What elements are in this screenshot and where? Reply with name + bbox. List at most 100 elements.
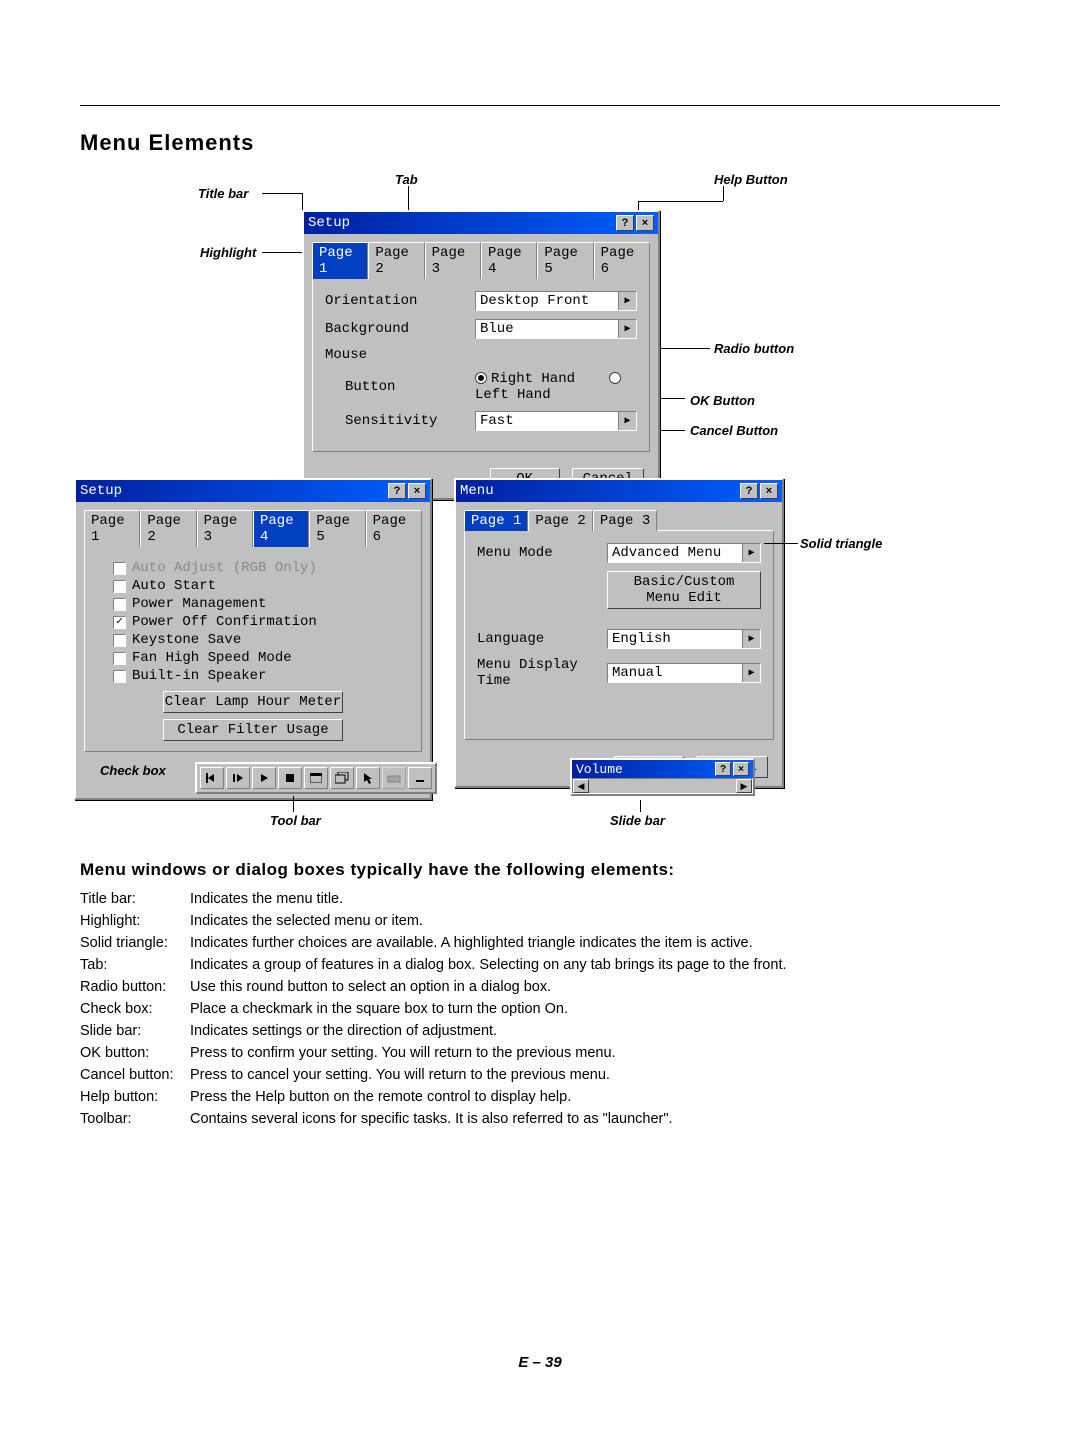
- orientation-label: Orientation: [325, 293, 475, 309]
- tab-page2[interactable]: Page 2: [528, 510, 592, 531]
- close-icon[interactable]: ×: [733, 762, 749, 776]
- slider-track[interactable]: ◀ ▶: [572, 778, 753, 794]
- page-number: E – 39: [0, 1354, 1080, 1371]
- title-bar: Setup ? ×: [76, 480, 430, 502]
- page-heading: Menu Elements: [80, 130, 254, 156]
- pointer-icon[interactable]: [356, 767, 380, 789]
- def-term: Title bar:: [80, 888, 190, 910]
- menu-mode-label: Menu Mode: [477, 545, 607, 561]
- tab-page3[interactable]: Page 3: [425, 242, 481, 279]
- def-term: Solid triangle:: [80, 932, 190, 954]
- close-icon[interactable]: ×: [760, 483, 778, 499]
- tab-page5[interactable]: Page 5: [309, 510, 365, 547]
- tab-page1[interactable]: Page 1: [464, 510, 528, 531]
- tab-page5[interactable]: Page 5: [537, 242, 593, 279]
- annot-tab: Tab: [395, 172, 418, 187]
- setup-dialog-page4: Setup ? × Page 1 Page 2 Page 3 Page 4 Pa…: [74, 478, 432, 800]
- def-desc: Press to cancel your setting. You will r…: [190, 1064, 787, 1086]
- help-icon[interactable]: ?: [388, 483, 406, 499]
- clear-filter-button[interactable]: Clear Filter Usage: [163, 719, 343, 741]
- clear-lamp-button[interactable]: Clear Lamp Hour Meter: [163, 691, 343, 713]
- button-label: Button: [325, 379, 475, 395]
- dialog-title: Setup: [308, 215, 350, 231]
- display-time-combo[interactable]: Manual▶: [607, 663, 761, 683]
- background-label: Background: [325, 321, 475, 337]
- triangle-right-icon[interactable]: ▶: [742, 630, 760, 648]
- triangle-right-icon[interactable]: ▶: [618, 412, 636, 430]
- play-icon[interactable]: [252, 767, 276, 789]
- dialog-title: Setup: [80, 483, 122, 499]
- def-desc: Use this round button to select an optio…: [190, 976, 787, 998]
- close-icon[interactable]: ×: [408, 483, 426, 499]
- annot-title-bar: Title bar: [198, 186, 248, 201]
- minimize-icon[interactable]: [408, 767, 432, 789]
- def-desc: Indicates settings or the direction of a…: [190, 1020, 787, 1042]
- window-icon[interactable]: [304, 767, 328, 789]
- prev-icon[interactable]: [200, 767, 224, 789]
- annot-check-box: Check box: [100, 763, 166, 778]
- menu-mode-combo[interactable]: Advanced Menu▶: [607, 543, 761, 563]
- tab-page6[interactable]: Page 6: [594, 242, 650, 279]
- triangle-right-icon[interactable]: ▶: [618, 320, 636, 338]
- tab-page1[interactable]: Page 1: [84, 510, 140, 547]
- subheading: Menu windows or dialog boxes typically h…: [80, 860, 675, 880]
- tab-page2[interactable]: Page 2: [368, 242, 424, 279]
- def-desc: Press the Help button on the remote cont…: [190, 1086, 787, 1108]
- checkbox[interactable]: [113, 652, 126, 665]
- radio-right-hand[interactable]: [475, 372, 487, 384]
- tab-page6[interactable]: Page 6: [366, 510, 422, 547]
- checkbox[interactable]: [113, 580, 126, 593]
- leader-line: [764, 543, 798, 544]
- checkbox[interactable]: [113, 670, 126, 683]
- volume-slidebar: Volume ? × ◀ ▶: [570, 758, 755, 796]
- leader-line: [293, 796, 294, 812]
- arrow-left-icon[interactable]: ◀: [573, 779, 589, 793]
- triangle-right-icon[interactable]: ▶: [742, 664, 760, 682]
- checkbox[interactable]: [113, 562, 126, 575]
- close-icon[interactable]: ×: [636, 215, 654, 231]
- tab-page1[interactable]: Page 1: [312, 242, 368, 279]
- tab-page3[interactable]: Page 3: [593, 510, 657, 531]
- annot-solid-triangle: Solid triangle: [800, 536, 882, 551]
- help-icon[interactable]: ?: [715, 762, 731, 776]
- tab-page4[interactable]: Page 4: [481, 242, 537, 279]
- arrow-right-icon[interactable]: ▶: [736, 779, 752, 793]
- annot-help-button: Help Button: [714, 172, 788, 187]
- triangle-right-icon[interactable]: ▶: [742, 544, 760, 562]
- leader-line: [262, 193, 302, 194]
- orientation-combo[interactable]: Desktop Front▶: [475, 291, 637, 311]
- display-time-label: Menu Display Time: [477, 657, 607, 689]
- definitions-table: Title bar:Indicates the menu title. High…: [80, 888, 787, 1130]
- background-combo[interactable]: Blue▶: [475, 319, 637, 339]
- windows-icon[interactable]: [330, 767, 354, 789]
- checkbox[interactable]: [113, 616, 126, 629]
- tab-page2[interactable]: Page 2: [140, 510, 196, 547]
- def-desc: Press to confirm your setting. You will …: [190, 1042, 787, 1064]
- def-desc: Contains several icons for specific task…: [190, 1108, 787, 1130]
- def-term: Radio button:: [80, 976, 190, 998]
- sensitivity-combo[interactable]: Fast▶: [475, 411, 637, 431]
- checkbox[interactable]: [113, 634, 126, 647]
- help-icon[interactable]: ?: [616, 215, 634, 231]
- triangle-right-icon[interactable]: ▶: [618, 292, 636, 310]
- language-combo[interactable]: English▶: [607, 629, 761, 649]
- tab-page3[interactable]: Page 3: [197, 510, 253, 547]
- volume-title: Volume: [576, 762, 623, 777]
- eraser-icon[interactable]: [382, 767, 406, 789]
- checkbox-list: Auto Adjust (RGB Only) Auto Start Power …: [113, 559, 393, 685]
- play-pause-icon[interactable]: [226, 767, 250, 789]
- help-icon[interactable]: ?: [740, 483, 758, 499]
- def-term: Tab:: [80, 954, 190, 976]
- annot-radio-button: Radio button: [714, 341, 794, 356]
- tab-page4[interactable]: Page 4: [253, 510, 309, 547]
- stop-icon[interactable]: [278, 767, 302, 789]
- basic-custom-button[interactable]: Basic/Custom Menu Edit: [607, 571, 761, 609]
- annot-ok-button: OK Button: [690, 393, 755, 408]
- leader-line: [638, 201, 723, 202]
- checkbox[interactable]: [113, 598, 126, 611]
- leader-line: [658, 348, 710, 349]
- tab-row: Page 1 Page 2 Page 3 Page 4 Page 5 Page …: [84, 510, 422, 547]
- def-desc: Indicates the selected menu or item.: [190, 910, 787, 932]
- radio-left-hand[interactable]: [609, 372, 621, 384]
- def-desc: Place a checkmark in the square box to t…: [190, 998, 787, 1020]
